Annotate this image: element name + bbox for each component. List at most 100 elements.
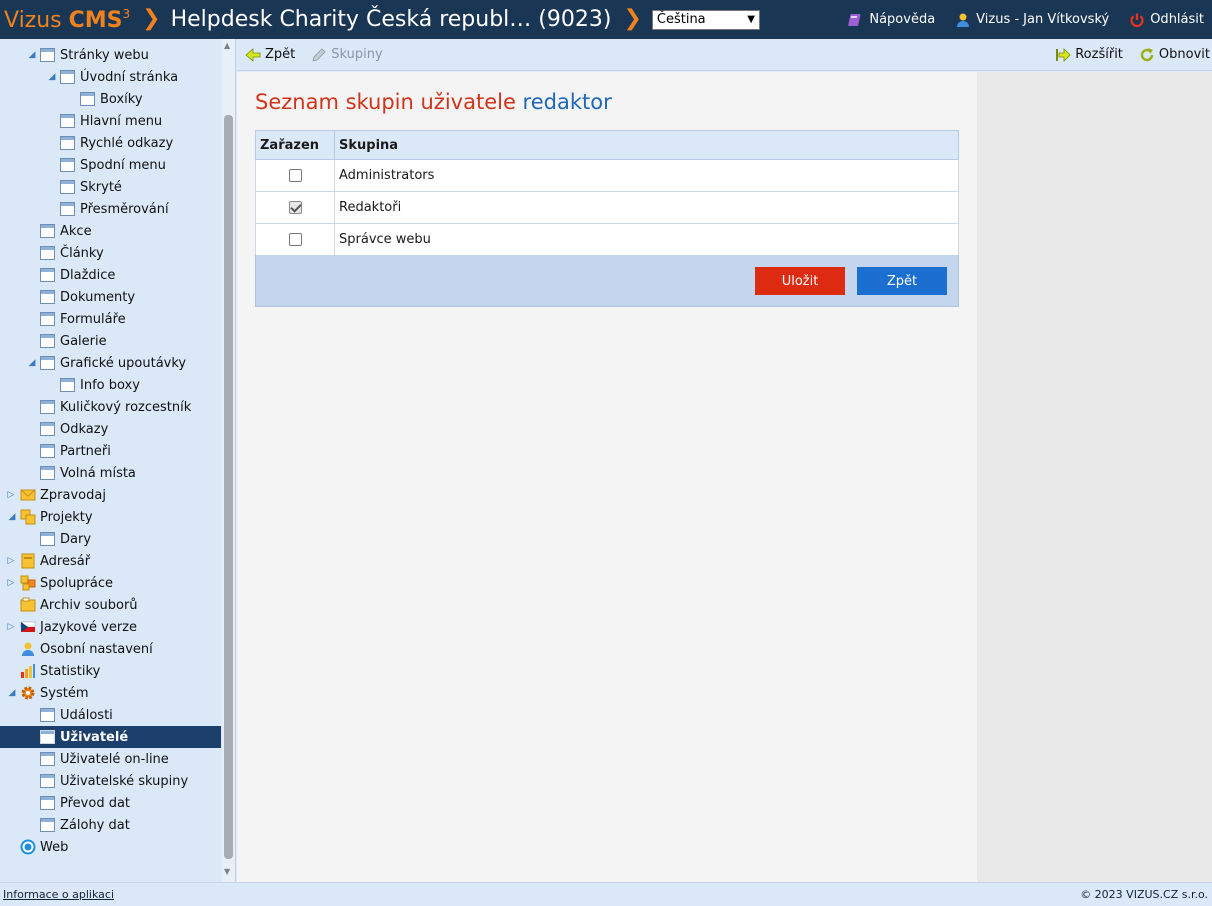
expand-triangle-icon[interactable]: ▷ <box>6 578 16 588</box>
tree-item-system[interactable]: ◢ Systém <box>0 682 221 704</box>
tree-item-label: Zálohy dat <box>60 817 130 833</box>
page-icon <box>60 202 75 216</box>
table-row: Administrators <box>255 159 959 192</box>
tree-item-clanky[interactable]: Články <box>0 242 221 264</box>
page-icon <box>40 796 55 810</box>
tree-item-akce[interactable]: Akce <box>0 220 221 242</box>
language-select-value: Čeština <box>656 12 706 27</box>
group-checkbox-administrators[interactable] <box>288 169 302 182</box>
collapse-triangle-icon[interactable]: ◢ <box>7 688 17 698</box>
tree-item-presmerovani[interactable]: Přesměrování <box>0 198 221 220</box>
toolbar-refresh-label: Obnovit <box>1158 47 1210 62</box>
toolbar-refresh-button[interactable]: Obnovit <box>1139 47 1210 63</box>
tree-item-statistiky[interactable]: Statistiky <box>0 660 221 682</box>
back-button[interactable]: Zpět <box>857 267 947 295</box>
expand-triangle-icon[interactable]: ▷ <box>6 622 16 632</box>
sidebar-scrollbar[interactable]: ▲ ▼ <box>222 39 235 882</box>
tree-item-jazykove-verze[interactable]: ▷ Jazykové verze <box>0 616 221 638</box>
page-title: Seznam skupin uživatele redaktor <box>255 90 612 114</box>
language-select[interactable]: Čeština ▼ <box>651 9 760 30</box>
column-header-assigned[interactable]: Zařazen <box>255 130 335 160</box>
tree-item-formulare[interactable]: Formuláře <box>0 308 221 330</box>
tree-item-zpravodaj[interactable]: ▷ Zpravodaj <box>0 484 221 506</box>
tree-item-projekty[interactable]: ◢ Projekty <box>0 506 221 528</box>
toolbar-expand-button[interactable]: Rozšířit <box>1055 47 1123 63</box>
collapse-triangle-icon[interactable]: ◢ <box>47 72 57 82</box>
tree-item-label: Odkazy <box>60 421 109 437</box>
tree-item-label: Hlavní menu <box>80 113 163 129</box>
tree-item-archiv-souboru[interactable]: Archiv souborů <box>0 594 221 616</box>
tree-item-rychle-odkazy[interactable]: Rychlé odkazy <box>0 132 221 154</box>
toolbar-groups-button[interactable]: Skupiny <box>311 47 383 63</box>
tree-item-dary[interactable]: Dary <box>0 528 221 550</box>
tree-item-udalosti[interactable]: Události <box>0 704 221 726</box>
tree-item-uvodni-stranka[interactable]: ◢ Úvodní stránka <box>0 66 221 88</box>
user-profile-link[interactable]: Vizus - Jan Vítkovský <box>955 12 1109 28</box>
tree-item-osobni-nastaveni[interactable]: Osobní nastavení <box>0 638 221 660</box>
collapse-triangle-icon[interactable]: ◢ <box>27 50 37 60</box>
save-button[interactable]: Uložit <box>755 267 845 295</box>
logout-link[interactable]: Odhlásit <box>1129 12 1204 28</box>
tree-item-spoluprace[interactable]: ▷ Spolupráce <box>0 572 221 594</box>
app-info-link[interactable]: Informace o aplikaci <box>3 888 114 901</box>
tree-item-label: Úvodní stránka <box>80 69 179 85</box>
tree-item-label: Události <box>60 707 113 723</box>
tree-item-hlavni-menu[interactable]: Hlavní menu <box>0 110 221 132</box>
tree-item-label: Uživatelské skupiny <box>60 773 189 789</box>
tree-item-label: Skryté <box>80 179 122 195</box>
tree-item-label: Přesměrování <box>80 201 169 217</box>
collapse-triangle-icon[interactable]: ◢ <box>27 358 37 368</box>
tree-item-uzivatele-online[interactable]: Uživatelé on-line <box>0 748 221 770</box>
help-link[interactable]: Nápověda <box>848 12 935 28</box>
assigned-cell <box>255 191 335 224</box>
page-icon <box>40 752 55 766</box>
tree-item-label: Spolupráce <box>40 575 114 591</box>
tree-item-label: Boxíky <box>100 91 143 107</box>
scroll-down-arrow-icon[interactable]: ▼ <box>224 867 230 876</box>
tree-item-volna-mista[interactable]: Volná místa <box>0 462 221 484</box>
group-checkbox-redaktori[interactable] <box>288 201 302 214</box>
tree-item-spodni-menu[interactable]: Spodní menu <box>0 154 221 176</box>
tree-item-label: Dary <box>60 531 92 547</box>
tree-item-boxiky[interactable]: Boxíky <box>0 88 221 110</box>
tree-item-graficke-upoutavky[interactable]: ◢ Grafické upoutávky <box>0 352 221 374</box>
page-icon <box>40 444 55 458</box>
column-header-group[interactable]: Skupina <box>334 130 959 160</box>
tree-item-partneri[interactable]: Partneři <box>0 440 221 462</box>
pencil-icon <box>312 47 326 62</box>
page-icon <box>40 422 55 436</box>
app-logo[interactable]: Vizus CMS3 <box>4 7 130 33</box>
power-icon <box>1130 13 1144 27</box>
tree-item-stranky-webu[interactable]: ◢ Stránky webu <box>0 44 221 66</box>
tree-item-prevod-dat[interactable]: Převod dat <box>0 792 221 814</box>
scroll-up-arrow-icon[interactable]: ▲ <box>224 41 230 50</box>
tree-item-galerie[interactable]: Galerie <box>0 330 221 352</box>
tree-item-dokumenty[interactable]: Dokumenty <box>0 286 221 308</box>
site-title[interactable]: Helpdesk Charity Česká republ… (9023) <box>171 7 612 32</box>
expand-triangle-icon[interactable]: ▷ <box>6 556 16 566</box>
group-checkbox-spravce-webu[interactable] <box>288 233 302 246</box>
tree-item-kulickovy-rozcestnik[interactable]: Kuličkový rozcestník <box>0 396 221 418</box>
expand-arrow-icon <box>1056 47 1071 62</box>
tree-item-dlazdice[interactable]: Dlaždice <box>0 264 221 286</box>
page-icon <box>40 708 55 722</box>
tree-item-odkazy[interactable]: Odkazy <box>0 418 221 440</box>
tree-item-web[interactable]: Web <box>0 836 221 858</box>
tree-item-zalohy-dat[interactable]: Zálohy dat <box>0 814 221 836</box>
tree-item-uzivatele[interactable]: Uživatelé <box>0 726 221 748</box>
toolbar-back-button[interactable]: Zpět <box>245 47 295 63</box>
scrollbar-thumb[interactable] <box>224 115 233 859</box>
page-icon <box>40 400 55 414</box>
page-icon <box>60 378 75 392</box>
tree-item-label: Články <box>60 245 104 261</box>
collapse-triangle-icon[interactable]: ◢ <box>7 512 17 522</box>
collaboration-icon <box>20 575 36 591</box>
file-archive-icon <box>20 597 36 612</box>
page-icon <box>40 334 55 348</box>
user-groups-table: Zařazen Skupina Administrators Redaktoři… <box>255 130 959 256</box>
expand-triangle-icon[interactable]: ▷ <box>6 490 16 500</box>
tree-item-adresar[interactable]: ▷ Adresář <box>0 550 221 572</box>
tree-item-uzivatelske-skupiny[interactable]: Uživatelské skupiny <box>0 770 221 792</box>
tree-item-info-boxy[interactable]: Info boxy <box>0 374 221 396</box>
tree-item-skryte[interactable]: Skryté <box>0 176 221 198</box>
